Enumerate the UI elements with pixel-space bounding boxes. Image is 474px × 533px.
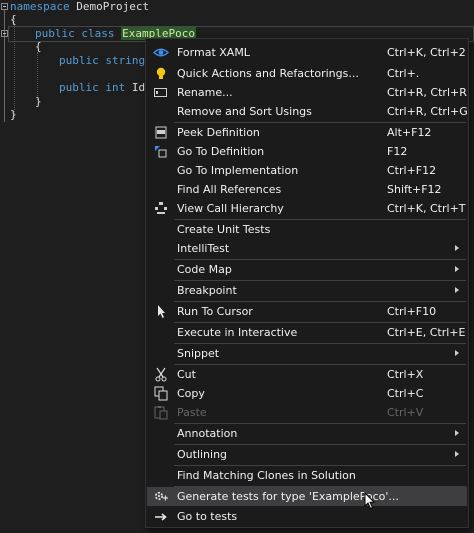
menu-item-view-call-hierarchy[interactable]: View Call Hierarchy Ctrl+K, Ctrl+T <box>147 199 467 218</box>
menu-item-find-matching-clones[interactable]: Find Matching Clones in Solution <box>147 466 467 485</box>
menu-item-label: Remove and Sort Usings <box>177 105 312 118</box>
paste-icon <box>153 405 169 420</box>
menu-item-generate-tests[interactable]: Generate tests for type 'ExamplePoco'... <box>147 487 467 506</box>
menu-item-label: Format XAML <box>177 46 250 59</box>
submenu-arrow-icon <box>455 245 459 251</box>
copy-icon <box>153 386 169 401</box>
menu-item-shortcut: Alt+F12 <box>387 126 432 139</box>
code-line: } <box>10 108 17 121</box>
menu-item-annotation[interactable]: Annotation <box>147 424 467 443</box>
menu-item-shortcut: Ctrl+F10 <box>387 305 437 318</box>
menu-item-outlining[interactable]: Outlining <box>147 445 467 464</box>
menu-item-label: Execute in Interactive <box>177 326 298 339</box>
menu-item-go-to-implementation[interactable]: Go To Implementation Ctrl+F12 <box>147 161 467 180</box>
menu-item-shortcut: Ctrl+E, Ctrl+E <box>387 326 466 339</box>
menu-item-label: Run To Cursor <box>177 305 253 318</box>
menu-item-rename[interactable]: Rename... Ctrl+R, Ctrl+R <box>147 83 467 102</box>
menu-item-create-unit-tests[interactable]: Create Unit Tests <box>147 220 467 239</box>
menu-item-label: Find Matching Clones in Solution <box>177 469 356 482</box>
go-to-definition-icon <box>153 144 169 159</box>
menu-item-peek-definition[interactable]: Peek Definition Alt+F12 <box>147 123 467 142</box>
menu-item-label: IntelliTest <box>177 242 230 255</box>
menu-item-intellitest[interactable]: IntelliTest <box>147 239 467 258</box>
scissors-icon <box>153 367 169 382</box>
menu-item-label: View Call Hierarchy <box>177 202 284 215</box>
menu-item-label: Annotation <box>177 427 238 440</box>
submenu-arrow-icon <box>455 430 459 436</box>
code-line: } <box>35 95 42 108</box>
menu-item-label: Go To Definition <box>177 145 265 158</box>
submenu-arrow-icon <box>455 287 459 293</box>
menu-item-label: Outlining <box>177 448 228 461</box>
menu-item-run-to-cursor[interactable]: Run To Cursor Ctrl+F10 <box>147 302 467 321</box>
indent-guide <box>37 52 38 100</box>
menu-item-remove-sort-usings[interactable]: Remove and Sort Usings Ctrl+R, Ctrl+G <box>147 102 468 121</box>
menu-item-snippet[interactable]: Snippet <box>147 344 467 363</box>
code-line: { <box>35 40 42 53</box>
menu-item-shortcut: Ctrl+R, Ctrl+R <box>387 86 467 99</box>
menu-item-quick-actions[interactable]: Quick Actions and Refactorings... Ctrl+. <box>147 64 467 83</box>
generate-tests-icon <box>153 489 169 504</box>
menu-item-shortcut: Ctrl+K, Ctrl+2 <box>387 46 466 59</box>
menu-item-shortcut: Ctrl+C <box>387 387 424 400</box>
menu-item-label: Create Unit Tests <box>177 223 271 236</box>
menu-item-label: Peek Definition <box>177 126 260 139</box>
menu-item-label: Find All References <box>177 183 282 196</box>
menu-item-copy[interactable]: Copy Ctrl+C <box>147 384 467 403</box>
peek-definition-icon <box>153 125 169 140</box>
menu-item-label: Code Map <box>177 263 232 276</box>
menu-item-label: Go to tests <box>177 510 238 523</box>
menu-item-shortcut: F12 <box>387 145 408 158</box>
rename-icon <box>153 85 169 100</box>
menu-item-shortcut: Ctrl+X <box>387 368 424 381</box>
submenu-arrow-icon <box>455 266 459 272</box>
go-to-tests-arrow-icon <box>153 509 169 524</box>
menu-item-shortcut: Ctrl+F12 <box>387 164 437 177</box>
outline-line <box>4 10 5 122</box>
menu-item-label: Paste <box>177 406 207 419</box>
menu-item-go-to-tests[interactable]: Go to tests <box>147 507 467 526</box>
menu-item-label: Cut <box>177 368 196 381</box>
menu-item-shortcut: Ctrl+. <box>387 67 420 80</box>
code-line: public string N <box>59 54 158 67</box>
menu-item-format-xaml[interactable]: Format XAML Ctrl+K, Ctrl+2 <box>147 43 467 62</box>
lightbulb-icon <box>153 66 169 81</box>
menu-item-shortcut: Ctrl+R, Ctrl+G <box>387 105 468 118</box>
menu-item-label: Snippet <box>177 347 220 360</box>
menu-item-label: Quick Actions and Refactorings... <box>177 67 359 80</box>
menu-item-label: Rename... <box>177 86 233 99</box>
menu-item-execute-in-interactive[interactable]: Execute in Interactive Ctrl+E, Ctrl+E <box>147 323 467 342</box>
menu-item-label: Breakpoint <box>177 284 237 297</box>
menu-item-shortcut: Shift+F12 <box>387 183 442 196</box>
menu-item-label: Go To Implementation <box>177 164 299 177</box>
indent-guide <box>14 18 15 118</box>
collapse-class-icon[interactable] <box>1 30 8 37</box>
menu-item-code-map[interactable]: Code Map <box>147 260 467 279</box>
call-hierarchy-icon <box>153 201 169 216</box>
menu-item-breakpoint[interactable]: Breakpoint <box>147 281 467 300</box>
code-line: { <box>10 13 17 26</box>
run-to-cursor-icon <box>153 304 169 319</box>
mouse-pointer-icon <box>364 492 376 510</box>
menu-item-shortcut: Ctrl+V <box>387 406 424 419</box>
menu-item-find-all-references[interactable]: Find All References Shift+F12 <box>147 180 467 199</box>
menu-item-go-to-definition[interactable]: Go To Definition F12 <box>147 142 467 161</box>
menu-item-shortcut: Ctrl+K, Ctrl+T <box>387 202 466 215</box>
submenu-arrow-icon <box>455 451 459 457</box>
context-menu: Format XAML Ctrl+K, Ctrl+2 Quick Actions… <box>145 38 469 528</box>
collapse-namespace-icon[interactable] <box>1 3 8 10</box>
menu-item-cut[interactable]: Cut Ctrl+X <box>147 365 467 384</box>
submenu-arrow-icon <box>455 350 459 356</box>
menu-item-paste[interactable]: Paste Ctrl+V <box>147 403 467 422</box>
code-line: namespace DemoProject <box>10 0 150 13</box>
menu-item-label: Copy <box>177 387 205 400</box>
code-line: public int Ide <box>59 81 152 94</box>
eye-icon <box>153 45 169 60</box>
